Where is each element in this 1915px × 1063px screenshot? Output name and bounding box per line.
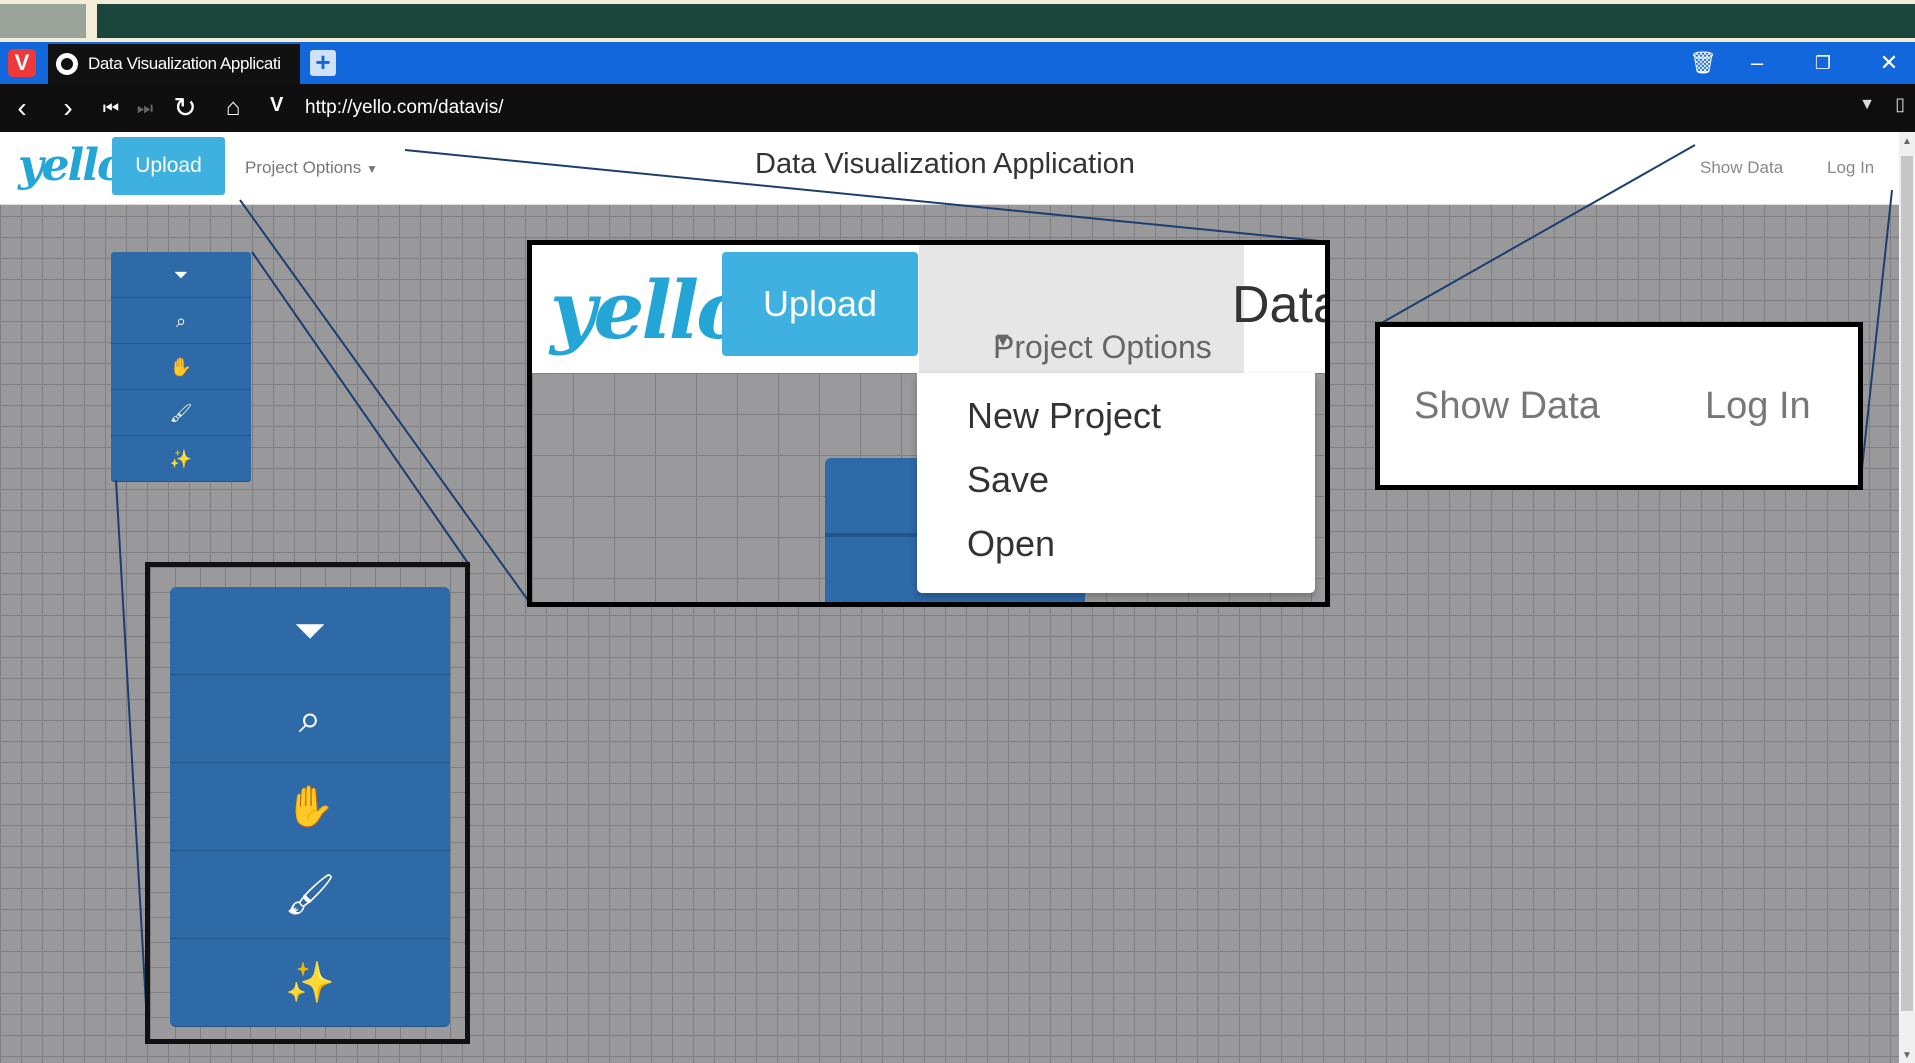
- toolbar-zoom-callout: ⏷ ⌕ ✋ 🖌 ✨: [145, 562, 470, 1044]
- caret-down-icon: ▼: [993, 329, 1013, 351]
- dropdown-zoom-callout: yello Upload Project Options ▼ Data New …: [527, 240, 1330, 607]
- page-title-fragment: Data: [1232, 276, 1325, 334]
- tool-palette-zoomed: ⏷ ⌕ ✋ 🖌 ✨: [170, 587, 450, 1027]
- project-options-label: Project Options: [993, 329, 1212, 365]
- app-logo[interactable]: yello: [550, 263, 750, 357]
- hand-icon: ✋: [285, 785, 335, 829]
- search-icon: ⌕: [298, 697, 322, 741]
- upload-button[interactable]: Upload: [722, 252, 918, 356]
- magic-wand-icon: ✨: [285, 961, 335, 1005]
- auth-zoom-callout: Show Data Log In: [1375, 322, 1863, 490]
- filter-tool-button[interactable]: ⏷: [170, 587, 450, 675]
- project-options-menu: New Project Save Open: [917, 373, 1315, 593]
- menu-item-save[interactable]: Save: [967, 459, 1049, 501]
- show-data-link[interactable]: Show Data: [1414, 385, 1600, 428]
- search-tool-button[interactable]: ⌕: [170, 675, 450, 763]
- callout-navbar: yello Upload Project Options ▼ Data: [532, 245, 1325, 373]
- login-link[interactable]: Log In: [1705, 385, 1811, 428]
- project-options-dropdown[interactable]: Project Options ▼: [919, 245, 1244, 373]
- magic-wand-tool-button[interactable]: ✨: [170, 939, 450, 1027]
- brush-icon: 🖌: [284, 873, 336, 917]
- hand-tool-button[interactable]: ✋: [170, 763, 450, 851]
- menu-item-new-project[interactable]: New Project: [967, 395, 1161, 437]
- brush-tool-button[interactable]: 🖌: [170, 851, 450, 939]
- filter-icon: ⏷: [294, 609, 326, 653]
- menu-item-open[interactable]: Open: [967, 523, 1055, 565]
